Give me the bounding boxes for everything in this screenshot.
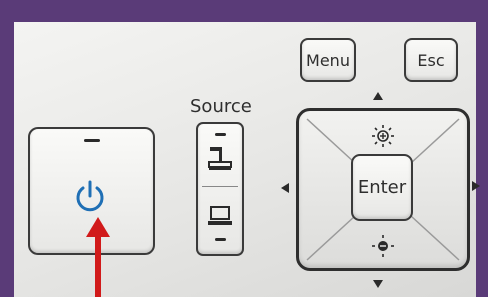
power-indicator-led — [84, 139, 100, 142]
directional-pad[interactable]: Enter — [296, 108, 470, 271]
menu-button[interactable]: Menu — [300, 38, 356, 82]
menu-button-label: Menu — [306, 50, 350, 70]
right-arrow-icon — [472, 181, 480, 191]
source-button-group — [196, 122, 244, 256]
source-button-bottom-led — [215, 238, 226, 241]
esc-button[interactable]: Esc — [404, 38, 458, 82]
photo-frame: Source Menu Esc Enter — [0, 0, 488, 297]
brightness-up-icon[interactable] — [371, 124, 395, 148]
source-divider — [202, 186, 238, 187]
source-label: Source — [190, 96, 252, 117]
source-button-top-led — [215, 133, 226, 136]
laptop-icon[interactable] — [207, 205, 233, 227]
down-arrow-icon — [373, 280, 383, 288]
enter-button-label: Enter — [357, 177, 407, 198]
enter-button[interactable]: Enter — [351, 154, 413, 221]
red-arrow-annotation — [86, 217, 110, 297]
document-camera-icon[interactable] — [207, 144, 233, 172]
power-icon — [76, 180, 104, 212]
up-arrow-icon — [373, 92, 383, 100]
brightness-down-icon[interactable] — [371, 234, 395, 258]
esc-button-label: Esc — [417, 50, 445, 70]
left-arrow-icon — [281, 183, 289, 193]
